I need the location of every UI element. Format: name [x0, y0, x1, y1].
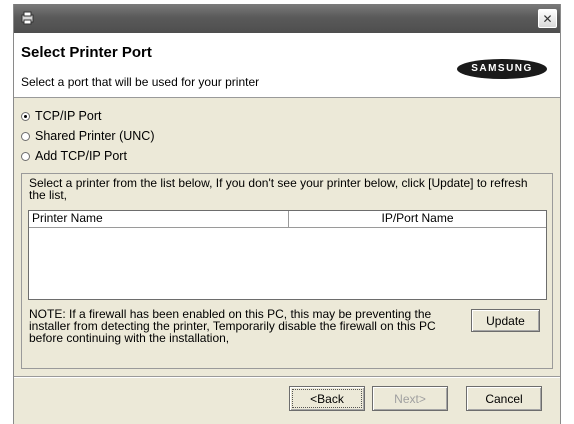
- installer-window: ✕ Select Printer Port Select a port that…: [13, 4, 561, 424]
- close-icon: ✕: [542, 11, 553, 26]
- firewall-note: NOTE: If a firewall has been enabled on …: [29, 307, 436, 345]
- cancel-button[interactable]: Cancel: [466, 386, 542, 411]
- next-button[interactable]: Next>: [372, 386, 448, 411]
- separator: [14, 376, 560, 378]
- page-subtitle: Select a port that will be used for your…: [21, 75, 260, 89]
- printer-selection-group: Select a printer from the list below, If…: [21, 173, 553, 369]
- radio-tcpip-port[interactable]: TCP/IP Port: [21, 109, 101, 123]
- close-button[interactable]: ✕: [538, 9, 557, 28]
- radio-add-tcpip-port[interactable]: Add TCP/IP Port: [21, 149, 127, 163]
- title-bar: ✕: [14, 4, 560, 33]
- instructions-text: Select a printer from the list below, If…: [29, 176, 528, 202]
- radio-label: TCP/IP Port: [35, 109, 102, 123]
- installer-app-icon: [20, 10, 36, 26]
- radio-label: Add TCP/IP Port: [35, 149, 127, 163]
- radio-shared-printer[interactable]: Shared Printer (UNC): [21, 129, 154, 143]
- column-header-ip-port-name[interactable]: IP/Port Name: [289, 211, 546, 227]
- radio-button-selected[interactable]: [21, 111, 30, 121]
- radio-label: Shared Printer (UNC): [35, 129, 155, 143]
- radio-button[interactable]: [21, 151, 30, 161]
- list-header: Printer Name IP/Port Name: [29, 211, 546, 228]
- wizard-header: Select Printer Port Select a port that w…: [14, 33, 560, 98]
- update-button[interactable]: Update: [471, 309, 540, 332]
- back-button[interactable]: <Back: [289, 386, 365, 411]
- radio-button[interactable]: [21, 131, 30, 141]
- page-title: Select Printer Port: [21, 44, 152, 61]
- printer-list[interactable]: Printer Name IP/Port Name: [28, 210, 547, 300]
- samsung-logo-text: SAMSUNG: [471, 63, 533, 74]
- column-header-printer-name[interactable]: Printer Name: [29, 211, 289, 227]
